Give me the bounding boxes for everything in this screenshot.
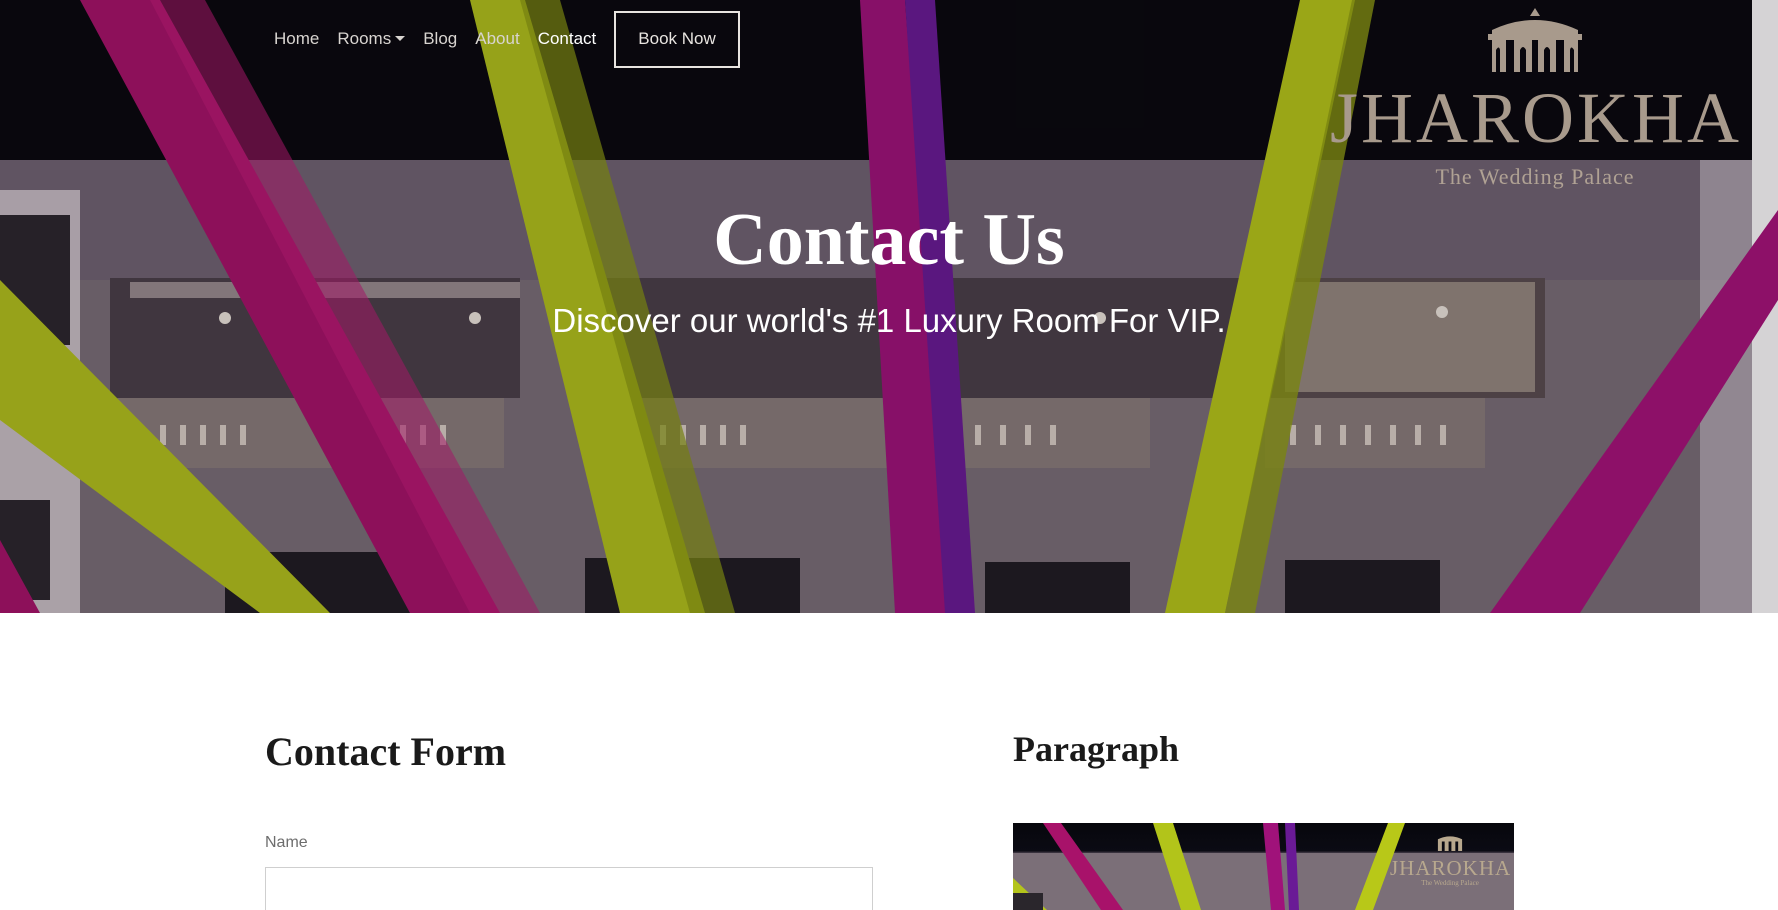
logo-wordmark: JHAROKHA [1330, 78, 1743, 158]
thumbnail-logo-mark-icon [1437, 836, 1463, 851]
brand-logo[interactable]: JHAROKHA The Wedding Palace [1330, 4, 1740, 189]
thumbnail-logo-wordmark: JHAROKHA [1390, 856, 1512, 880]
nav-link-home[interactable]: Home [274, 29, 319, 49]
contact-form-title: Contact Form [265, 729, 507, 774]
page-title: Contact Us [713, 199, 1065, 281]
dropdown-caret-icon [395, 36, 406, 41]
nav-link-about[interactable]: About [475, 29, 519, 49]
thumbnail-logo: JHAROKHA The Wedding Palace [1390, 833, 1510, 887]
book-now-button[interactable]: Book Now [614, 10, 740, 68]
nav-link-blog[interactable]: Blog [423, 29, 457, 49]
logo-tagline: The Wedding Palace [1435, 164, 1635, 189]
paragraph-title: Paragraph [1013, 729, 1179, 769]
nav-link-rooms-label: Rooms [337, 29, 392, 48]
thumbnail-logo-tagline: The Wedding Palace [1421, 879, 1479, 887]
name-input[interactable] [265, 867, 873, 910]
paragraph-image: JHAROKHA The Wedding Palace [1013, 823, 1514, 910]
hero-banner: Home Rooms Blog About Contact Book Now J… [0, 0, 1778, 613]
nav-link-rooms[interactable]: Rooms [337, 29, 406, 49]
logo-mark-icon [1488, 8, 1582, 72]
nav-link-contact[interactable]: Contact [538, 29, 597, 49]
hero-subtitle: Discover our world's #1 Luxury Room For … [552, 302, 1226, 339]
name-label: Name [265, 834, 308, 851]
main-navigation: Home Rooms Blog About Contact Book Now [274, 10, 758, 68]
